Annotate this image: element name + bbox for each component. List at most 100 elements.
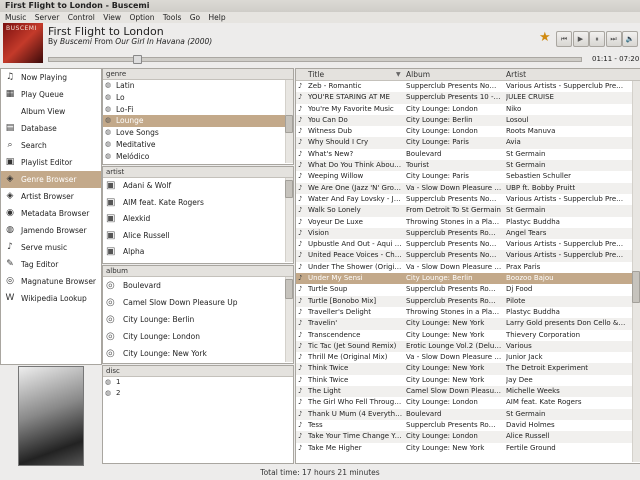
menu-tools[interactable]: Tools [163,12,181,23]
table-row[interactable]: ♪ Travelin' City Lounge: New York Larry Gol… [296,318,640,330]
table-row[interactable]: ♪ Take Me Higher City Lounge: New York Fert… [296,443,640,454]
table-row[interactable]: ♪ Zeb - Romantic Supperclub Presents Noma.… [296,81,640,92]
table-row[interactable]: ♪ What's New? Boulevard St Germain [296,149,640,160]
table-row[interactable]: ♪ You're My Favorite Music City Lounge: Lo… [296,104,640,115]
table-row[interactable]: ♪ Think Twice City Lounge: New York Jay Dee [296,375,640,386]
menu-music[interactable]: Music [5,12,26,23]
genre-item[interactable]: ◍ Love Songs [103,127,293,139]
menu-view[interactable]: View [103,12,121,23]
track-title: YOU'RE STARING AT ME [308,93,390,102]
column-album[interactable]: Album [406,69,430,80]
genre-item[interactable]: ◍ Melódico [103,151,293,163]
genre-scrollbar[interactable] [285,80,293,163]
previous-button[interactable]: ⏮ [556,31,572,47]
track-scroll-thumb[interactable] [632,271,640,303]
track-artist: St Germain [506,149,546,158]
album-item[interactable]: ◎ City Lounge: New York [103,345,293,362]
track-artist: Thievery Corporation [506,330,581,339]
sidebar-item-album-view[interactable]: Album View [1,103,101,120]
sidebar-item-search[interactable]: ⌕ Search [1,137,101,154]
table-row[interactable]: ♪ Thank U Mum (4 Everythin... Boulevard St … [296,408,640,420]
pause-button[interactable]: ⏸ [589,31,605,47]
genre-item[interactable]: ◍ Meditative [103,139,293,151]
sidebar-item-wikipedia-lookup[interactable]: W Wikipedia Lookup [1,290,101,307]
table-row[interactable]: ♪ United Peace Voices - Chan... Supperclub… [296,250,640,262]
table-row[interactable]: ♪ Witness Dub City Lounge: London Roots Man… [296,126,640,137]
artist-item[interactable]: ▣ Alexkid [103,211,293,228]
genre-item[interactable]: ◍ Lo-Fi [103,104,293,116]
next-button[interactable]: ⏭ [605,31,622,47]
sidebar-item-metadata-browser[interactable]: ◉ Metadata Browser [1,205,101,222]
table-row[interactable]: ♪ Tic Tac (Jet Sound Remix) Erotic Lounge … [296,340,640,353]
menu-control[interactable]: Control [68,12,95,23]
album-item[interactable]: ◎ Boulevard [103,277,293,294]
column-title[interactable]: Title [308,69,324,80]
genre-item[interactable]: ◍ Latin [103,80,293,92]
volume-button[interactable]: 🔈 [622,31,638,47]
sidebar-item-serve-music[interactable]: ♪ Serve music [1,239,101,256]
column-artist[interactable]: Artist [506,69,526,80]
play-button[interactable]: ▶ [572,31,589,47]
sidebar-item-tag-editor[interactable]: ✎ Tag Editor [1,256,101,273]
table-row[interactable]: ♪ Vision Supperclub Presents Rome... Angel … [296,227,640,240]
table-row[interactable]: ♪ YOU'RE STARING AT ME Supperclub Presents… [296,92,640,104]
sidebar-item-now-playing[interactable]: ♫ Now Playing [1,69,101,86]
artist-item[interactable]: ▣ AIM feat. Kate Rogers [103,195,293,212]
genre-item[interactable]: ◍ Lounge [103,115,293,128]
sidebar-item-playlist-editor[interactable]: ▣ Playlist Editor [1,154,101,171]
menu-server[interactable]: Server [35,12,60,23]
track-title: You Can Do [308,115,348,124]
sidebar-item-jamendo-browser[interactable]: ◍ Jamendo Browser [1,222,101,239]
table-row[interactable]: ♪ The Girl Who Fell Through ... City Loung… [296,397,640,408]
table-row[interactable]: ♪ Weeping Willow City Lounge: Paris Sebasti… [296,171,640,182]
seek-handle[interactable] [133,55,143,64]
menu-go[interactable]: Go [190,12,200,23]
disc-item[interactable]: ◍ 2 [103,388,293,399]
menu-option[interactable]: Option [129,12,154,23]
disc-item[interactable]: ◍ 1 [103,377,293,388]
table-row[interactable]: ♪ Thrill Me (Original Mix) Va - Slow Down … [296,352,640,363]
table-row[interactable]: ♪ We Are One (Jazz 'N' Groov... Va - Slow … [296,182,640,194]
sidebar-item-magnatune-browser[interactable]: ◎ Magnatune Browser [1,273,101,290]
seek-bar[interactable] [48,57,582,62]
table-row[interactable]: ♪ Under The Shower (Original... Va - Slow … [296,262,640,273]
table-row[interactable]: ♪ Under My Sensi City Lounge: Berlin Boozoo… [296,273,640,285]
table-row[interactable]: ♪ Water And Fay Lovsky - Jus... Supperclub… [296,194,640,205]
artist-item[interactable]: ▣ Adani & Wolf [103,178,293,195]
album-item[interactable]: ◎ City Lounge: London [103,328,293,345]
table-row[interactable]: ♪ Transcendence City Lounge: New York Thiev… [296,330,640,341]
table-row[interactable]: ♪ Voyeur De Luxe Throwing Stones in a Plac… [296,217,640,228]
artist-scroll-thumb[interactable] [285,180,293,198]
table-row[interactable]: ♪ You Can Do City Lounge: Berlin Losoul [296,114,640,127]
album-scrollbar[interactable] [285,277,293,362]
table-row[interactable]: ♪ Walk So Lonely From Detroit To St Germai… [296,205,640,217]
sidebar-item-play-queue[interactable]: ▦ Play Queue [1,86,101,103]
artist-item[interactable]: ▣ Alpha [103,244,293,261]
table-row[interactable]: ♪ Turtle Soup Supperclub Presents Rome... D… [296,284,640,295]
track-scrollbar[interactable] [632,81,640,462]
album-item-label: City Lounge: Berlin [123,315,195,324]
table-row[interactable]: ♪ The Light Camel Slow Down Pleasure Up Mic… [296,386,640,398]
table-row[interactable]: ♪ Think Twice City Lounge: New York The Det… [296,363,640,375]
table-row[interactable]: ♪ Traveller's Delight Throwing Stones in a… [296,307,640,318]
table-row[interactable]: ♪ Turtle [Bonobo Mix] Supperclub Presents … [296,295,640,307]
album-item[interactable]: ◎ City Lounge: Berlin [103,311,293,328]
favorite-star-icon[interactable]: ★ [539,31,551,45]
artist-scrollbar[interactable] [285,178,293,262]
genre-scroll-thumb[interactable] [285,115,293,133]
table-row[interactable]: ♪ Tess Supperclub Presents Rome... David Ho… [296,420,640,431]
table-row[interactable]: ♪ Why Should I Cry City Lounge: Paris Avia [296,137,640,149]
sidebar-item-artist-browser[interactable]: ◈ Artist Browser [1,188,101,205]
table-row[interactable]: ♪ Take Your Time Change You... City Lounge… [296,431,640,443]
track-artist: Junior Jack [506,353,543,362]
genre-item[interactable]: ◍ Lo [103,92,293,104]
table-row[interactable]: ♪ Upbustle And Out - Aqui No... Supperclub… [296,239,640,250]
artist-item[interactable]: ▣ Alice Russell [103,228,293,245]
sidebar-item-database[interactable]: ▤ Database [1,120,101,137]
menu-help[interactable]: Help [209,12,226,23]
sidebar-item-genre-browser[interactable]: ◈ Genre Browser [1,171,101,188]
album-scroll-thumb[interactable] [285,279,293,299]
track-title: Zeb - Romantic [308,82,362,90]
table-row[interactable]: ♪ What Do You Think About... Tourist St Ger… [296,160,640,172]
album-item[interactable]: ◎ Camel Slow Down Pleasure Up [103,294,293,311]
